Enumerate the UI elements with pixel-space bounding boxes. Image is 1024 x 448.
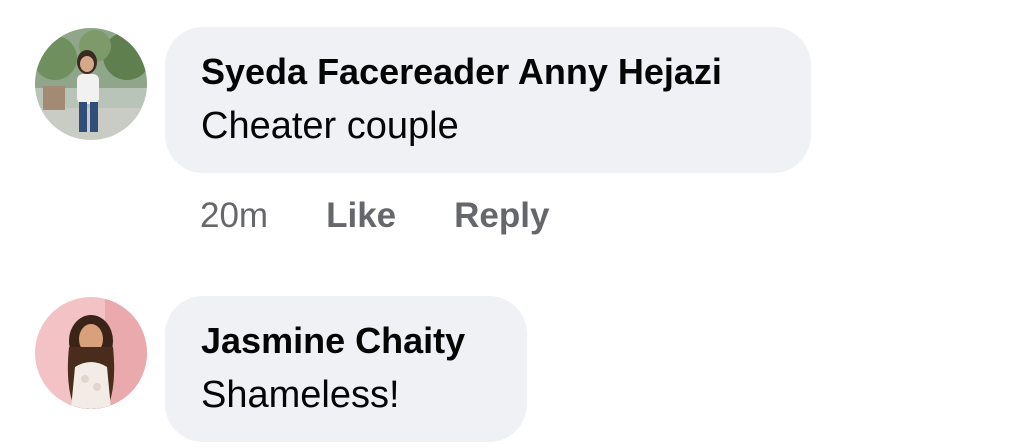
comment-text: Cheater couple: [201, 105, 459, 147]
avatar[interactable]: [35, 28, 147, 140]
reply-button[interactable]: Reply: [454, 196, 549, 236]
avatar-photo: [35, 297, 147, 409]
comment-timestamp[interactable]: 20m: [200, 196, 268, 236]
comment-bubble: Jasmine Chaity Shameless!: [165, 296, 527, 442]
like-button[interactable]: Like: [326, 196, 396, 236]
comment-author[interactable]: Jasmine Chaity: [201, 320, 465, 362]
avatar[interactable]: [35, 297, 147, 409]
comment-bubble: Syeda Facereader Anny Hejazi Cheater cou…: [165, 27, 811, 173]
comment-actions: 20m Like Reply: [200, 192, 549, 240]
comment-text: Shameless!: [201, 374, 400, 416]
comment-author[interactable]: Syeda Facereader Anny Hejazi: [201, 51, 722, 93]
avatar-photo: [35, 28, 147, 140]
